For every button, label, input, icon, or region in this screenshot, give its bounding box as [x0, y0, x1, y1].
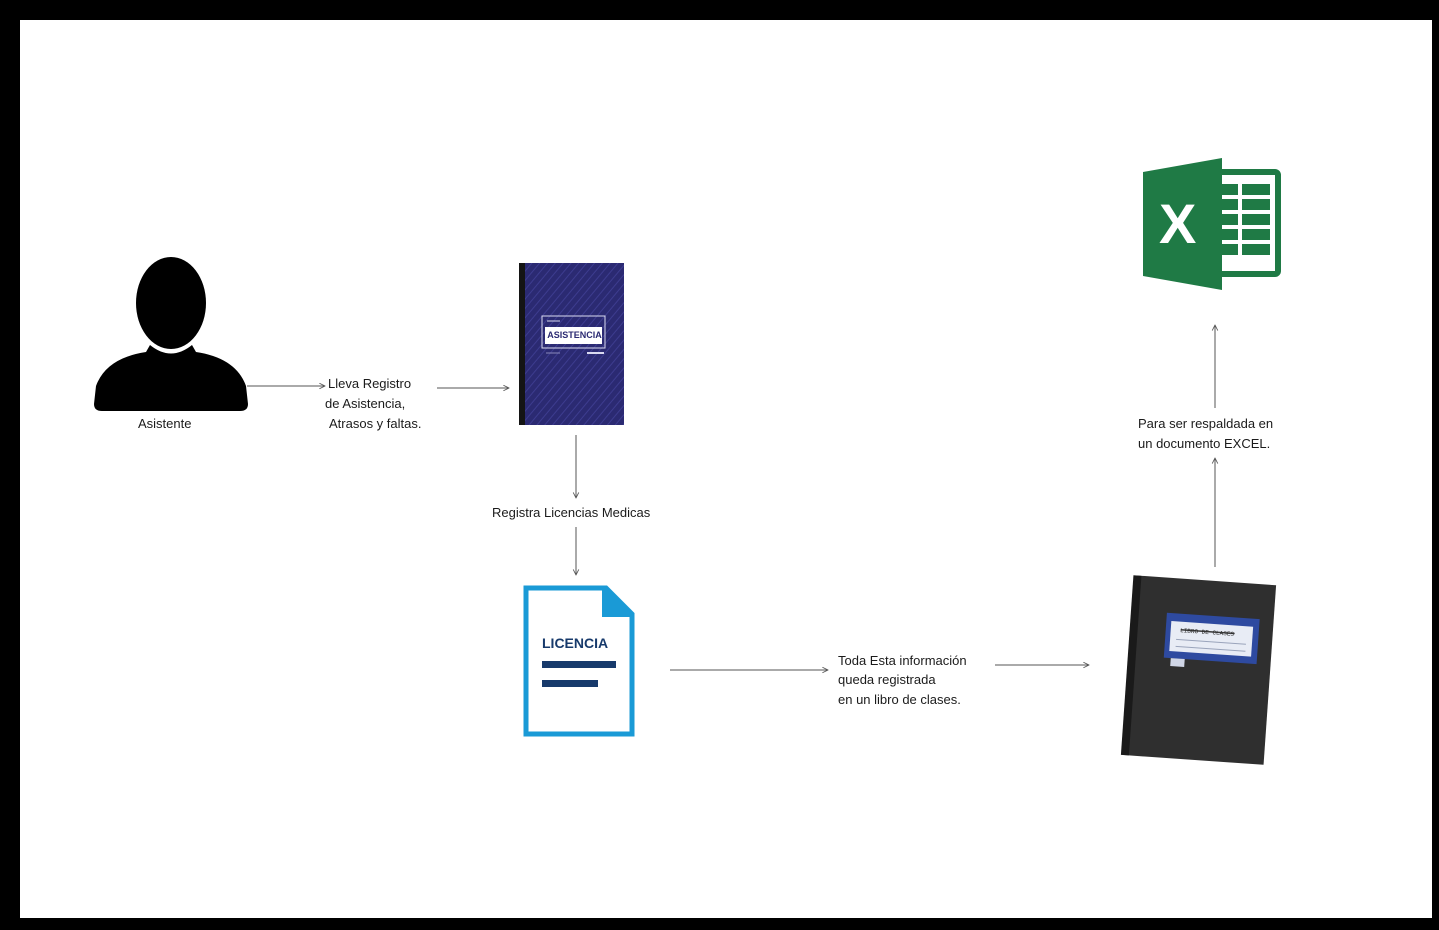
libro-label-line-1: Toda Esta información — [838, 653, 967, 668]
licencia-doc-title: LICENCIA — [542, 635, 609, 651]
asistente-label: Asistente — [138, 416, 192, 431]
libro-label-line-2: queda registrada — [838, 672, 936, 687]
registro-label-line-1: Lleva Registro — [328, 376, 412, 391]
class-book-icon — [1120, 575, 1277, 765]
medical-license-document-icon — [523, 585, 635, 737]
excel-x-letter: X — [1159, 192, 1197, 255]
licencias-label: Registra Licencias Medicas — [492, 505, 651, 520]
respaldo-label-line-2: un documento EXCEL. — [1138, 436, 1271, 451]
diagram-graphics — [94, 158, 1281, 765]
person-silhouette-icon — [94, 257, 248, 411]
attendance-book-icon — [519, 263, 624, 425]
libro-label-line-3: en un libro de clases. — [838, 692, 961, 707]
registro-label-line-3: Atrasos y faltas. — [329, 416, 422, 431]
registro-label-line-2: de Asistencia, — [325, 396, 406, 411]
asistencia-book-title: ASISTENCIA — [547, 330, 602, 340]
respaldo-label-line-1: Para ser respaldada en — [1138, 416, 1274, 431]
